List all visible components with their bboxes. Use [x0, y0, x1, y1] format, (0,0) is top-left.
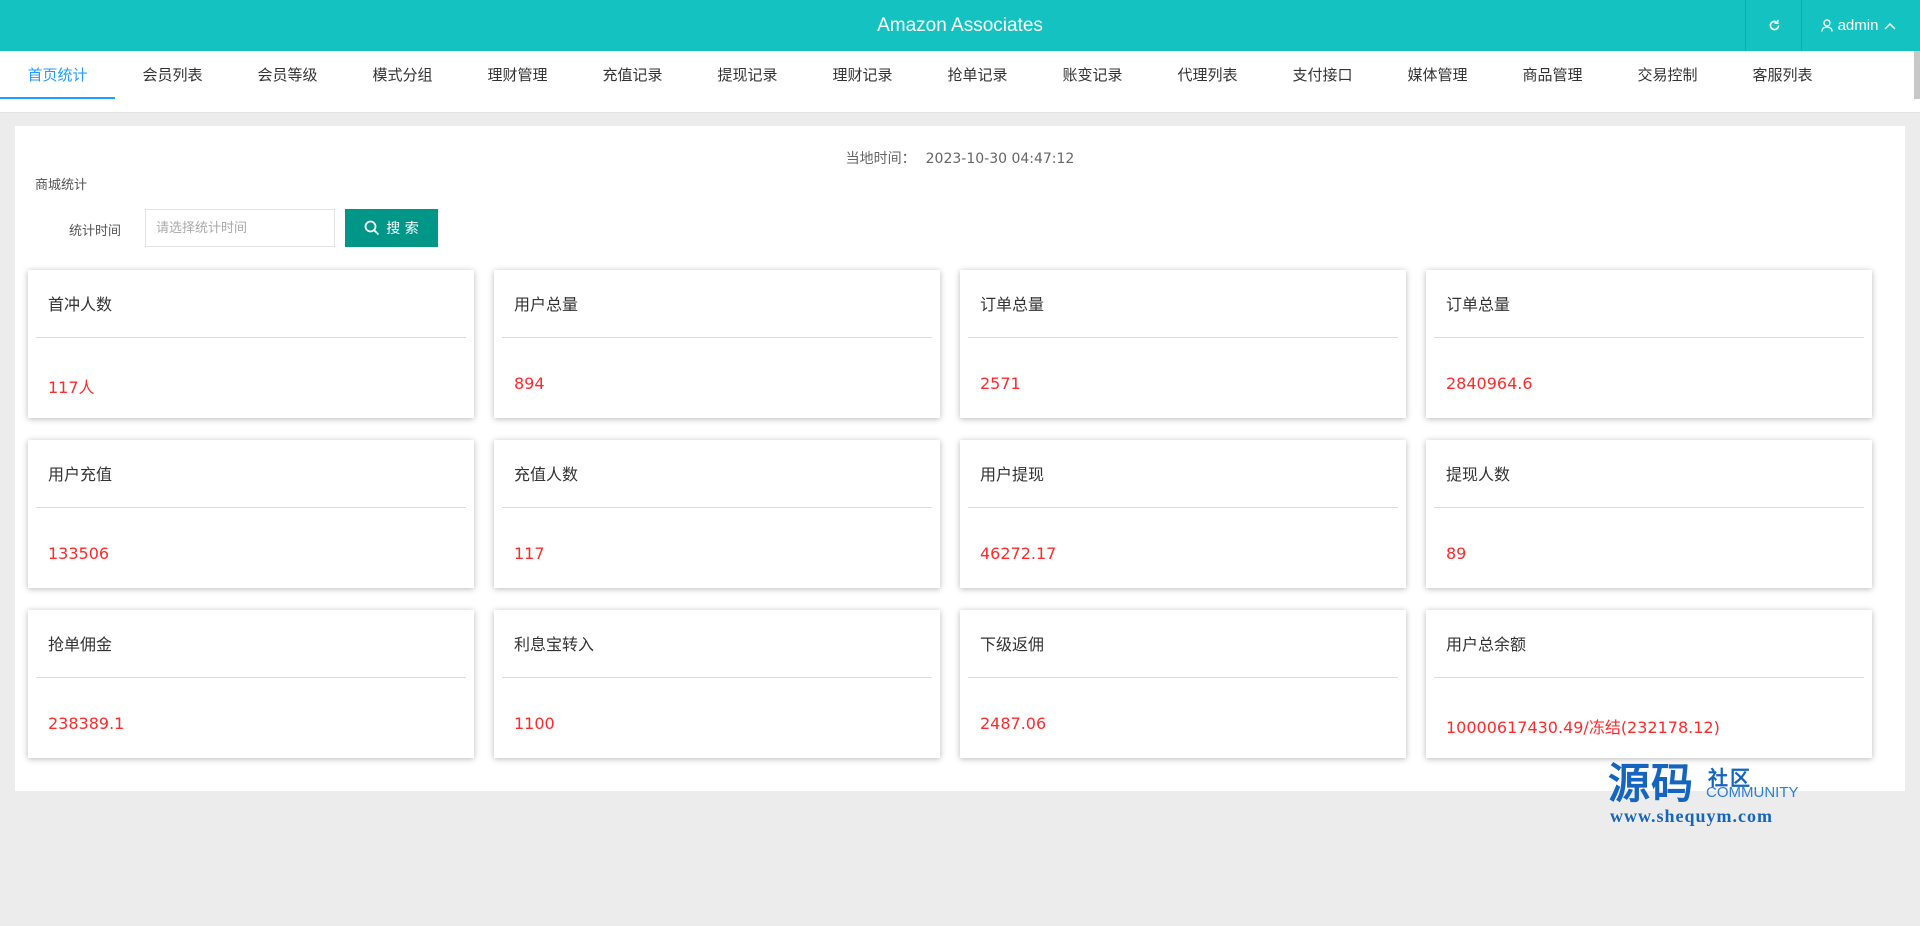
stat-card-title: 用户总余额	[1446, 635, 1527, 654]
stat-card: 利息宝转入 1100	[494, 610, 940, 758]
tab-15[interactable]: 客服列表	[1725, 51, 1840, 98]
tab-13[interactable]: 商品管理	[1495, 51, 1610, 98]
stat-card: 用户充值 133506	[28, 440, 474, 588]
local-time: 当地时间： 2023-10-30 04:47:12	[15, 148, 1905, 168]
tab-8[interactable]: 抢单记录	[920, 51, 1035, 98]
search-icon	[364, 220, 380, 236]
stat-card-title: 充值人数	[514, 465, 579, 484]
search-button[interactable]: 搜 索	[345, 209, 438, 247]
refresh-button[interactable]	[1745, 0, 1802, 51]
stat-card-title: 下级返佣	[980, 635, 1045, 654]
stat-card-title: 订单总量	[1446, 295, 1511, 314]
stat-card-value: 10000617430.49/冻结(232178.12)	[1446, 718, 1720, 737]
tab-9[interactable]: 账变记录	[1035, 51, 1150, 98]
stat-card: 抢单佣金 238389.1	[28, 610, 474, 758]
search-button-label: 搜 索	[386, 221, 419, 237]
stat-card-title: 订单总量	[980, 295, 1045, 314]
stat-card-value: 2487.06	[980, 714, 1047, 733]
tab-11[interactable]: 支付接口	[1265, 51, 1380, 98]
watermark-community: COMMUNITY	[1706, 784, 1799, 801]
tab-6[interactable]: 提现记录	[690, 51, 805, 98]
stat-card-divider	[968, 507, 1398, 508]
watermark-url: www.shequym.com	[1610, 806, 1774, 826]
stat-card-divider	[502, 507, 932, 508]
chevron-up-icon	[1884, 22, 1896, 30]
app-title: Amazon Associates	[877, 15, 1043, 36]
stat-card: 首冲人数 117人	[28, 270, 474, 418]
stat-card-value: 117	[514, 544, 545, 563]
local-time-label: 当地时间：	[845, 151, 916, 167]
stat-card-value: 46272.17	[980, 544, 1057, 563]
stat-card-value: 894	[514, 374, 545, 393]
tab-5[interactable]: 充值记录	[575, 51, 690, 98]
stat-card-title: 首冲人数	[48, 295, 113, 314]
content-panel: 当地时间： 2023-10-30 04:47:12 商城统计 统计时间 搜 索 首…	[15, 126, 1905, 791]
stat-card-title: 用户充值	[48, 465, 113, 484]
stat-card-value: 238389.1	[48, 714, 125, 733]
tab-1[interactable]: 会员列表	[115, 51, 230, 98]
stat-card-value: 2571	[980, 374, 1021, 393]
stat-card: 下级返佣 2487.06	[960, 610, 1406, 758]
stat-card-divider	[968, 337, 1398, 338]
tab-10[interactable]: 代理列表	[1150, 51, 1265, 98]
stat-card-divider	[502, 677, 932, 678]
stat-card-divider	[1434, 507, 1864, 508]
stat-card-divider	[968, 677, 1398, 678]
section-title: 商城统计	[35, 178, 88, 193]
stat-card-value: 89	[1446, 544, 1467, 563]
watermark-big: 源码	[1608, 759, 1695, 808]
stat-card-divider	[502, 337, 932, 338]
stat-card-divider	[1434, 677, 1864, 678]
local-time-value: 2023-10-30 04:47:12	[925, 151, 1075, 167]
stat-card-title: 抢单佣金	[48, 635, 113, 654]
stat-card: 充值人数 117	[494, 440, 940, 588]
stat-time-input[interactable]	[145, 209, 335, 247]
nav-scrollbar[interactable]	[1914, 51, 1920, 99]
stat-card-value: 117人	[48, 378, 95, 397]
stat-card: 订单总量 2571	[960, 270, 1406, 418]
user-icon	[1820, 19, 1833, 32]
stat-card-divider	[36, 507, 466, 508]
tab-14[interactable]: 交易控制	[1610, 51, 1725, 98]
stat-card: 用户总余额 10000617430.49/冻结(232178.12)	[1426, 610, 1872, 758]
stat-card: 提现人数 89	[1426, 440, 1872, 588]
stat-card-value: 133506	[48, 544, 110, 563]
top-header: Amazon Associates admin	[0, 0, 1920, 51]
tab-7[interactable]: 理财记录	[805, 51, 920, 98]
stat-card: 订单总量 2840964.6	[1426, 270, 1872, 418]
stat-card-value: 1100	[514, 714, 555, 733]
stat-card-divider	[1434, 337, 1864, 338]
stat-card-divider	[36, 337, 466, 338]
tab-12[interactable]: 媒体管理	[1380, 51, 1495, 98]
stat-card-divider	[36, 677, 466, 678]
watermark-logo: 源码 社区 COMMUNITY www.shequym.com	[1608, 756, 1808, 828]
tab-3[interactable]: 模式分组	[345, 51, 460, 98]
user-menu[interactable]: admin	[1801, 0, 1920, 51]
stat-card-title: 用户提现	[980, 465, 1045, 484]
tab-0[interactable]: 首页统计	[0, 51, 115, 99]
refresh-icon	[1769, 19, 1779, 31]
stat-time-label: 统计时间	[69, 224, 122, 239]
stat-card-title: 利息宝转入	[514, 635, 595, 654]
stat-card-title: 提现人数	[1446, 465, 1511, 484]
stat-card: 用户总量 894	[494, 270, 940, 418]
stat-card-title: 用户总量	[514, 295, 579, 314]
tab-4[interactable]: 理财管理	[460, 51, 575, 98]
tab-2[interactable]: 会员等级	[230, 51, 345, 98]
stat-card-value: 2840964.6	[1446, 374, 1533, 393]
user-name: admin	[1837, 17, 1879, 34]
stat-card: 用户提现 46272.17	[960, 440, 1406, 588]
main-nav: 首页统计 会员列表 会员等级 模式分组 理财管理 充值记录 提现记录 理财记录 抢单记录 账变记录…	[0, 51, 1920, 113]
